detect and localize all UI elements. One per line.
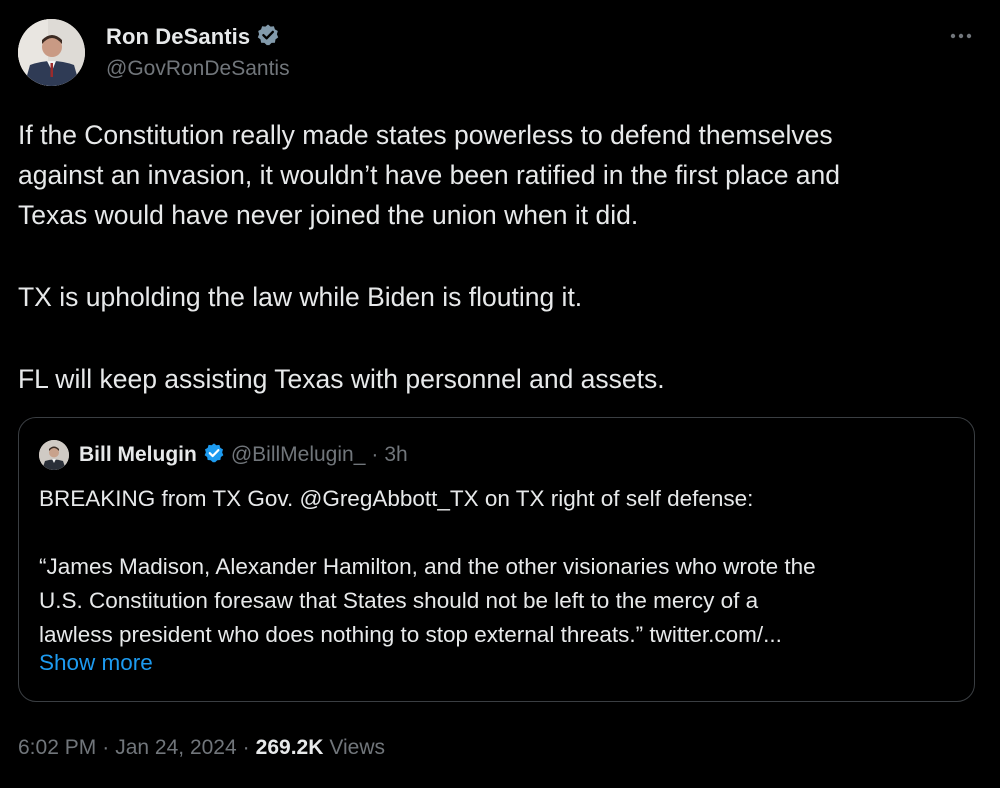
more-options-button[interactable]	[946, 26, 976, 46]
quoted-text-line: “James Madison, Alexander Hamilton, and …	[39, 554, 816, 579]
post-date[interactable]: Jan 24, 2024	[115, 736, 236, 760]
show-more-link[interactable]: Show more	[39, 650, 153, 676]
quoted-tweet-header: Bill Melugin @BillMelugin_ · 3h	[39, 440, 408, 470]
more-horizontal-icon	[949, 27, 973, 45]
quoted-text-line: BREAKING from TX Gov. @GregAbbott_TX on …	[39, 486, 754, 511]
author-handle[interactable]: @GovRonDeSantis	[106, 57, 290, 81]
post-time[interactable]: 6:02 PM	[18, 736, 96, 760]
quoted-timestamp[interactable]: 3h	[384, 443, 407, 467]
separator-dot: ·	[242, 736, 250, 759]
views-count[interactable]: 269.2K	[256, 736, 324, 760]
verified-badge-icon	[256, 23, 280, 52]
quoted-text-line: lawless president who does nothing to st…	[39, 622, 782, 647]
tweet-text-line: Texas would have never joined the union …	[18, 200, 639, 230]
tweet-text-line: FL will keep assisting Texas with person…	[18, 364, 665, 394]
quoted-tweet-text: BREAKING from TX Gov. @GregAbbott_TX on …	[39, 482, 959, 652]
tweet-text: If the Constitution really made states p…	[18, 115, 978, 399]
author-display-name[interactable]: Ron DeSantis	[106, 24, 250, 50]
tweet: Ron DeSantis @GovRonDeSantis If the Cons…	[0, 0, 1000, 788]
separator-dot: ·	[102, 736, 110, 759]
quoted-author-avatar[interactable]	[39, 440, 69, 470]
tweet-text-line: against an invasion, it wouldn’t have be…	[18, 160, 841, 190]
author-avatar[interactable]	[18, 19, 85, 86]
author-name-row: Ron DeSantis	[106, 22, 280, 52]
quoted-text-line: U.S. Constitution foresaw that States sh…	[39, 588, 759, 613]
quoted-tweet-card[interactable]: Bill Melugin @BillMelugin_ · 3h BREAKING…	[18, 417, 975, 702]
quoted-author-name[interactable]: Bill Melugin	[79, 443, 197, 467]
verified-badge-icon	[203, 442, 225, 469]
tweet-metadata: 6:02 PM · Jan 24, 2024 · 269.2K Views	[18, 733, 385, 763]
views-label: Views	[329, 736, 386, 759]
separator-dot: ·	[371, 443, 379, 466]
tweet-text-line: If the Constitution really made states p…	[18, 120, 833, 150]
quoted-author-handle[interactable]: @BillMelugin_	[231, 443, 366, 467]
tweet-text-line: TX is upholding the law while Biden is f…	[18, 282, 583, 312]
